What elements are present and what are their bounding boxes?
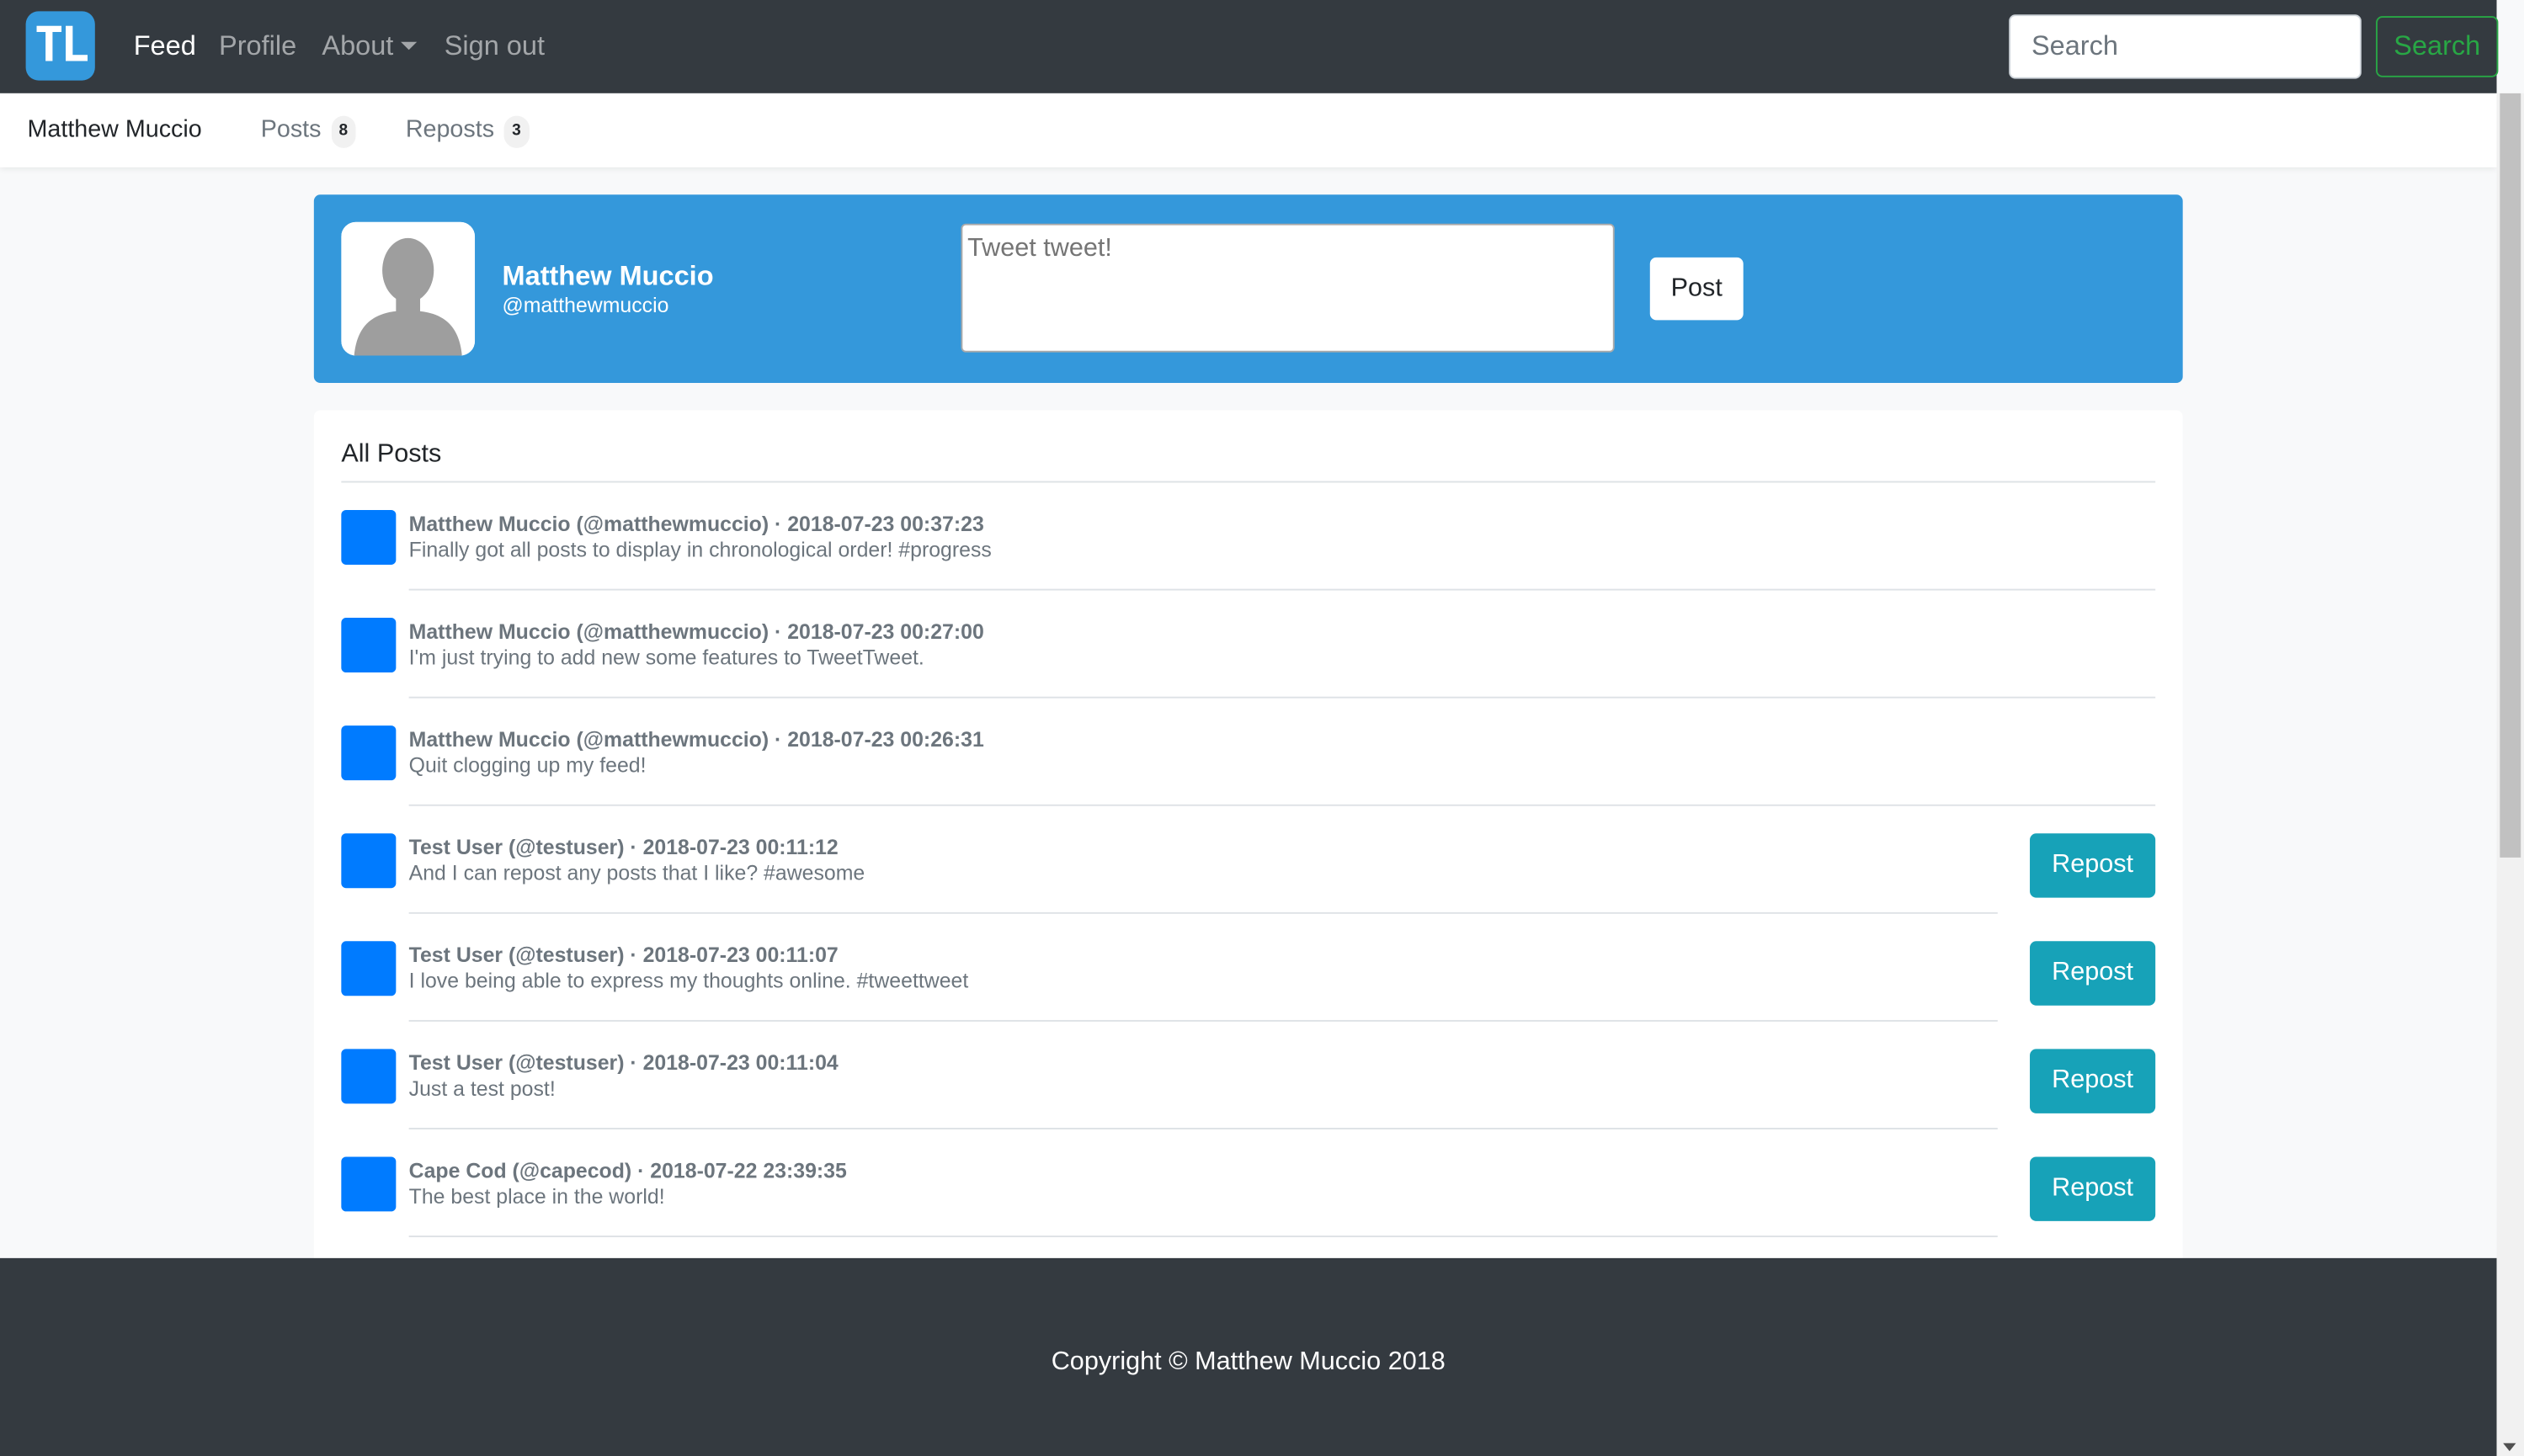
divider (408, 1235, 1998, 1238)
logo-icon: TL (34, 18, 89, 74)
post-text: I'm just trying to add new some features… (408, 645, 924, 670)
scrollbar-thumb[interactable] (2500, 93, 2521, 858)
nav-signout-link[interactable]: Sign out (445, 29, 545, 64)
post-button[interactable]: Post (1649, 257, 1744, 321)
post-author-avatar (341, 509, 397, 565)
post-text: I love being able to express my thoughts… (408, 968, 969, 993)
repost-button[interactable]: Repost (2030, 833, 2156, 898)
post-row: Test User (@testuser) · 2018-07-23 00:11… (341, 806, 2156, 914)
post-text: Finally got all posts to display in chro… (408, 537, 992, 562)
posts-card: All Posts Matthew Muccio (@matthewmuccio… (313, 410, 2183, 1263)
post-row: Matthew Muccio (@matthewmuccio) · 2018-0… (341, 591, 2156, 699)
search-button[interactable]: Search (2376, 16, 2499, 77)
post-text: Just a test post! (408, 1076, 556, 1101)
brand-logo[interactable]: TL (25, 11, 95, 81)
profile-name: Matthew Muccio (502, 260, 714, 291)
post-meta: Matthew Muccio (@matthewmuccio) · 2018-0… (408, 511, 984, 536)
page-scrollbar[interactable] (2496, 93, 2524, 1456)
tweet-textarea[interactable]: Tweet tweet! (961, 223, 1615, 353)
subnav-profile-name[interactable]: Matthew Muccio (28, 116, 202, 145)
posts-count-badge: 8 (330, 115, 356, 148)
footer: Copyright © Matthew Muccio 2018 (0, 1257, 2497, 1456)
post-text: The best place in the world! (408, 1183, 665, 1209)
post-meta: Cape Cod (@capecod) · 2018-07-22 23:39:3… (408, 1158, 847, 1183)
post-author-avatar (341, 725, 397, 781)
post-author-avatar (341, 1049, 397, 1104)
repost-button[interactable]: Repost (2030, 1156, 2156, 1221)
repost-button[interactable]: Repost (2030, 941, 2156, 1006)
post-row: Matthew Muccio (@matthewmuccio) · 2018-0… (341, 699, 2156, 806)
profile-banner: Matthew Muccio @matthewmuccio Tweet twee… (313, 194, 2183, 383)
posts-card-title: All Posts (341, 440, 442, 469)
avatar (341, 221, 476, 356)
page: TL Feed Profile About Sign out Search Se… (0, 0, 2524, 1456)
post-meta: Test User (@testuser) · 2018-07-23 00:11… (408, 835, 839, 859)
post-row: Test User (@testuser) · 2018-07-23 00:11… (341, 914, 2156, 1022)
post-author-avatar (341, 618, 397, 673)
profile-handle: @matthewmuccio (502, 292, 669, 317)
nav-about-label: About (322, 30, 394, 61)
footer-copyright: Copyright © Matthew Muccio 2018 (1051, 1347, 1446, 1376)
repost-button[interactable]: Repost (2030, 1049, 2156, 1113)
search-input[interactable]: Search (2009, 14, 2362, 79)
post-text: And I can repost any posts that I like? … (408, 860, 865, 885)
post-row: Cape Cod (@capecod) · 2018-07-22 23:39:3… (341, 1129, 2156, 1238)
post-text: Quit clogging up my feed! (408, 752, 647, 778)
reposts-count-badge: 3 (503, 115, 530, 148)
post-meta: Test User (@testuser) · 2018-07-23 00:11… (408, 1050, 839, 1075)
subnav-reposts-label: Reposts (405, 115, 495, 144)
subnav-posts-tab[interactable]: Posts 8 (260, 115, 356, 148)
post-author-avatar (341, 1156, 397, 1212)
profile-subnav: Matthew Muccio Posts 8 Reposts 3 (0, 93, 2497, 167)
post-meta: Matthew Muccio (@matthewmuccio) · 2018-0… (408, 727, 984, 752)
post-meta: Test User (@testuser) · 2018-07-23 00:11… (408, 943, 839, 967)
caret-down-icon (401, 41, 418, 50)
nav-about-dropdown[interactable]: About (322, 29, 418, 64)
nav-profile-link[interactable]: Profile (219, 29, 296, 64)
post-meta: Matthew Muccio (@matthewmuccio) · 2018-0… (408, 619, 984, 644)
subnav-reposts-tab[interactable]: Reposts 3 (405, 115, 530, 148)
top-navbar: TL Feed Profile About Sign out Search Se… (0, 0, 2499, 93)
post-row: Test User (@testuser) · 2018-07-23 00:11… (341, 1022, 2156, 1129)
default-avatar-icon (341, 221, 476, 356)
post-author-avatar (341, 833, 397, 889)
nav-feed-link[interactable]: Feed (134, 29, 196, 64)
post-author-avatar (341, 941, 397, 996)
scroll-down-arrow-icon[interactable] (2503, 1443, 2516, 1452)
post-row: Matthew Muccio (@matthewmuccio) · 2018-0… (341, 482, 2156, 591)
subnav-posts-label: Posts (260, 115, 322, 144)
